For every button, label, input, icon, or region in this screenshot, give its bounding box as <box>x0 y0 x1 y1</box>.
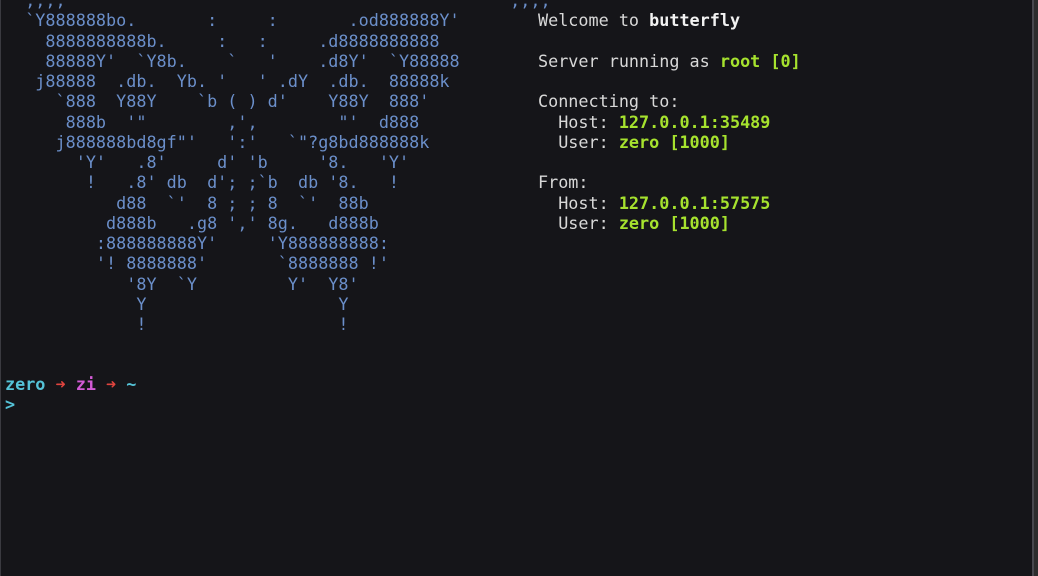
connecting-user-line: User: zero [1000] <box>538 132 730 152</box>
art-line: j888888bd8gf"' ':' `"?g8bd888888k <box>5 131 430 152</box>
art-line: 888b '" ,', "' d888 <box>5 111 420 132</box>
from-host-value: 127.0.0.1:57575 <box>618 192 771 213</box>
art-line: 88888Y' `Y8b. ` ' .d8Y' `Y88888 <box>5 50 460 71</box>
prompt-user: zero <box>5 374 46 394</box>
from-user-label: User: <box>538 212 619 233</box>
art-line: `Y888888bo. : : .od888888Y' <box>5 10 460 31</box>
welcome-info: Welcome to butterfly Server running as r… <box>538 0 801 233</box>
connecting-host-value: 127.0.0.1:35489 <box>618 111 771 132</box>
art-line: '! 8888888' `8888888 !' <box>5 253 389 274</box>
prompt-caret[interactable]: > <box>5 394 15 414</box>
from-label: From: <box>538 172 589 193</box>
art-line: :888888888Y' 'Y888888888: <box>5 233 389 253</box>
server-prefix: Server running as <box>538 50 720 71</box>
welcome-prefix: Welcome to <box>538 10 650 31</box>
art-line: `888 Y88Y `b ( ) d' Y88Y 888' <box>5 91 430 112</box>
connecting-host-label: Host: <box>538 111 619 132</box>
connecting-user-value: zero [1000] <box>618 131 730 152</box>
art-line: j88888 .db. Yb. ' ' .dY .db. 88888k <box>5 71 450 91</box>
arrow-icon: ➜ <box>95 374 127 394</box>
connecting-user-label: User: <box>538 131 619 152</box>
art-line: d888b .g8 ',' 8g. d888b <box>5 212 379 233</box>
art-line: '8Y `Y Y' Y8' <box>5 273 359 294</box>
prompt-path: ~ <box>126 374 137 394</box>
art-line: ! .8' db d'; ;`b db '8. ! <box>5 172 400 193</box>
art-line: ;,,, ,,,; <box>5 0 551 10</box>
from-user-value: zero [1000] <box>618 212 730 233</box>
terminal-window[interactable]: ;,,, ,,,; `Y888888bo. : : .od888888Y' 88… <box>0 0 1034 576</box>
server-line: Server running as root [0] <box>538 51 801 71</box>
from-host-line: Host: 127.0.0.1:57575 <box>538 193 770 213</box>
art-line: 'Y' .8' d' 'b '8. 'Y' <box>5 152 410 172</box>
art-line: ! ! <box>5 314 349 334</box>
art-line: d88 `' 8 ; ; 8 `' 88b <box>5 192 369 213</box>
prompt-host: zi <box>75 374 96 394</box>
connecting-host-line: Host: 127.0.0.1:35489 <box>538 112 770 132</box>
app-name: butterfly <box>649 10 741 31</box>
shell-prompt[interactable]: zero ➜ zi ➜ ~ > <box>5 374 136 415</box>
from-host-label: Host: <box>538 192 619 213</box>
terminal-output[interactable]: ;,,, ,,,; `Y888888bo. : : .od888888Y' 88… <box>1 0 1032 576</box>
arrow-icon: ➜ <box>45 374 76 394</box>
from-user-line: User: zero [1000] <box>538 213 730 233</box>
welcome-line: Welcome to butterfly <box>538 10 740 30</box>
server-user: root [0] <box>719 50 801 71</box>
connecting-label: Connecting to: <box>538 91 680 112</box>
butterfly-ascii-art: ;,,, ,,,; `Y888888bo. : : .od888888Y' 88… <box>5 0 551 334</box>
art-line: Y Y <box>5 293 349 314</box>
art-line: 8888888888b. : : .d8888888888 <box>5 30 440 51</box>
